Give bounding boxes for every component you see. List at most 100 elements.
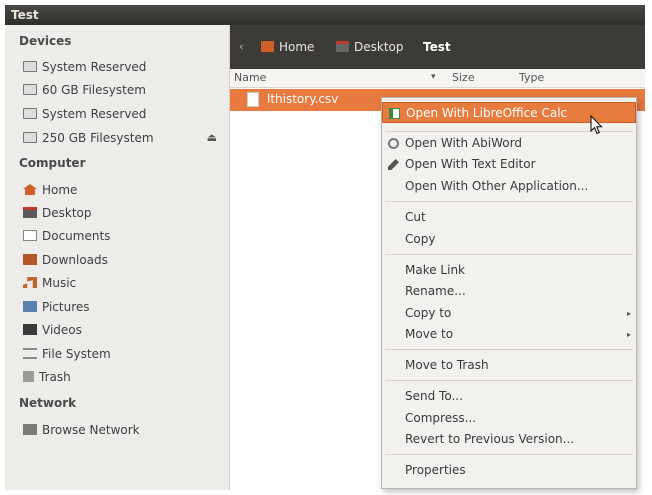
menu-separator [385,349,633,350]
menu-item-copy[interactable]: Copy [382,229,636,250]
sidebar-item-browse-network[interactable]: Browse Network [23,420,223,440]
sidebar-item-pictures[interactable]: Pictures [23,297,223,317]
menu-item-label: Open With AbiWord [405,136,522,150]
menu-separator [385,454,633,455]
sidebar-item-label: Videos [42,323,82,337]
menu-item-label: Rename... [405,284,466,298]
sidebar-item-label: Music [42,276,77,290]
sidebar-item-system-reserved-1[interactable]: System Reserved [23,57,223,77]
menu-item-open-abiword[interactable]: Open With AbiWord [382,133,636,154]
sidebar-item-label: Documents [42,229,111,243]
menu-item-label: Copy to [405,306,452,320]
sidebar-item-trash[interactable]: Trash [23,367,223,387]
downloads-icon [23,254,37,265]
menu-separator [385,254,633,255]
desktop-icon [23,207,37,218]
music-icon [23,277,37,288]
submenu-arrow-icon: ▸ [626,330,631,339]
sidebar-item-label: Downloads [42,253,108,267]
submenu-arrow-icon: ▸ [626,309,631,318]
home-folder-icon [261,41,274,52]
drive-icon [23,61,37,72]
menu-item-label: Revert to Previous Version... [405,432,575,446]
menu-item-label: Properties [405,463,466,477]
menu-item-cut[interactable]: Cut [382,207,636,228]
csv-file-icon [247,92,259,107]
menu-item-send-to[interactable]: Send To... [382,386,636,407]
menu-item-label: Open With Other Application... [405,179,589,193]
menu-item-revert-previous-version[interactable]: Revert to Previous Version... [382,429,636,450]
sidebar-item-label: Trash [39,370,71,384]
pictures-icon [23,301,37,312]
sidebar-heading-devices: Devices [19,34,72,48]
column-size[interactable]: Size [452,71,475,84]
menu-item-label: Copy [405,232,436,246]
sidebar: Devices System Reserved 60 GB Filesystem… [5,25,230,490]
breadcrumb-desktop[interactable]: Desktop [336,37,404,57]
sidebar-item-documents[interactable]: Documents [23,226,223,246]
sort-down-icon[interactable]: ▾ [431,72,436,82]
sidebar-item-home[interactable]: Home [23,180,223,200]
sidebar-item-label: Pictures [42,300,90,314]
breadcrumb-label: Test [423,40,451,54]
breadcrumb-label: Desktop [354,40,404,54]
drive-icon [23,84,37,95]
sidebar-item-60gb-filesystem[interactable]: 60 GB Filesystem [23,80,223,100]
menu-item-move-to-trash[interactable]: Move to Trash [382,355,636,376]
column-header: Name ▾ Size Type [230,69,645,88]
filesystem-icon [23,348,37,359]
context-menu: Open With LibreOffice Calc Open With Abi… [381,97,637,489]
eject-icon[interactable]: ⏏ [207,131,217,144]
network-icon [23,424,37,435]
menu-item-label: Send To... [405,389,463,403]
sidebar-heading-network: Network [19,396,77,410]
menu-item-label: Open With LibreOffice Calc [406,106,568,120]
menu-item-move-to[interactable]: Move to ▸ [382,324,636,345]
menu-separator [385,380,633,381]
back-arrow-icon[interactable]: ‹ [239,40,243,53]
sidebar-item-file-system[interactable]: File System [23,344,223,364]
breadcrumb-label: Home [279,40,315,54]
menu-item-label: Cut [405,210,426,224]
menu-item-label: Compress... [405,411,477,425]
column-name[interactable]: Name [234,71,266,84]
window-titlebar: Test [5,5,645,25]
menu-separator [385,201,633,202]
menu-item-label: Move to Trash [405,358,489,372]
menu-item-label: Open With Text Editor [405,157,536,171]
sidebar-item-label: File System [42,347,111,361]
menu-item-copy-to[interactable]: Copy to ▸ [382,303,636,324]
home-icon [23,184,37,195]
sidebar-item-label: 250 GB Filesystem [42,131,154,145]
window-title: Test [11,8,39,22]
sidebar-item-music[interactable]: Music [23,273,223,293]
breadcrumb-test[interactable]: Test [423,37,451,57]
column-type[interactable]: Type [519,71,544,84]
libreoffice-calc-icon [389,108,400,119]
path-bar: ‹ Home Desktop Test [230,25,645,69]
menu-item-label: Move to [405,327,454,341]
trash-icon [23,371,34,382]
menu-item-open-text-editor[interactable]: Open With Text Editor [382,154,636,175]
sidebar-item-videos[interactable]: Videos [23,320,223,340]
menu-item-properties[interactable]: Properties [382,460,636,481]
sidebar-item-label: Browse Network [42,423,140,437]
menu-item-label: Make Link [405,263,465,277]
sidebar-item-downloads[interactable]: Downloads [23,250,223,270]
file-name: lthistory.csv [267,92,339,106]
drive-icon [23,132,37,143]
sidebar-heading-computer: Computer [19,156,86,170]
menu-item-rename[interactable]: Rename... [382,281,636,302]
sidebar-item-system-reserved-2[interactable]: System Reserved [23,104,223,124]
text-editor-icon [388,159,399,170]
menu-item-open-other-application[interactable]: Open With Other Application... [382,176,636,197]
sidebar-item-desktop[interactable]: Desktop [23,203,223,223]
videos-icon [23,324,37,335]
sidebar-item-label: Desktop [42,206,92,220]
sidebar-item-250gb-filesystem[interactable]: 250 GB Filesystem [23,128,223,148]
sidebar-item-label: Home [42,183,78,197]
breadcrumb-home[interactable]: Home [261,37,314,57]
menu-item-make-link[interactable]: Make Link [382,260,636,281]
abiword-icon [388,138,399,149]
menu-item-compress[interactable]: Compress... [382,408,636,429]
